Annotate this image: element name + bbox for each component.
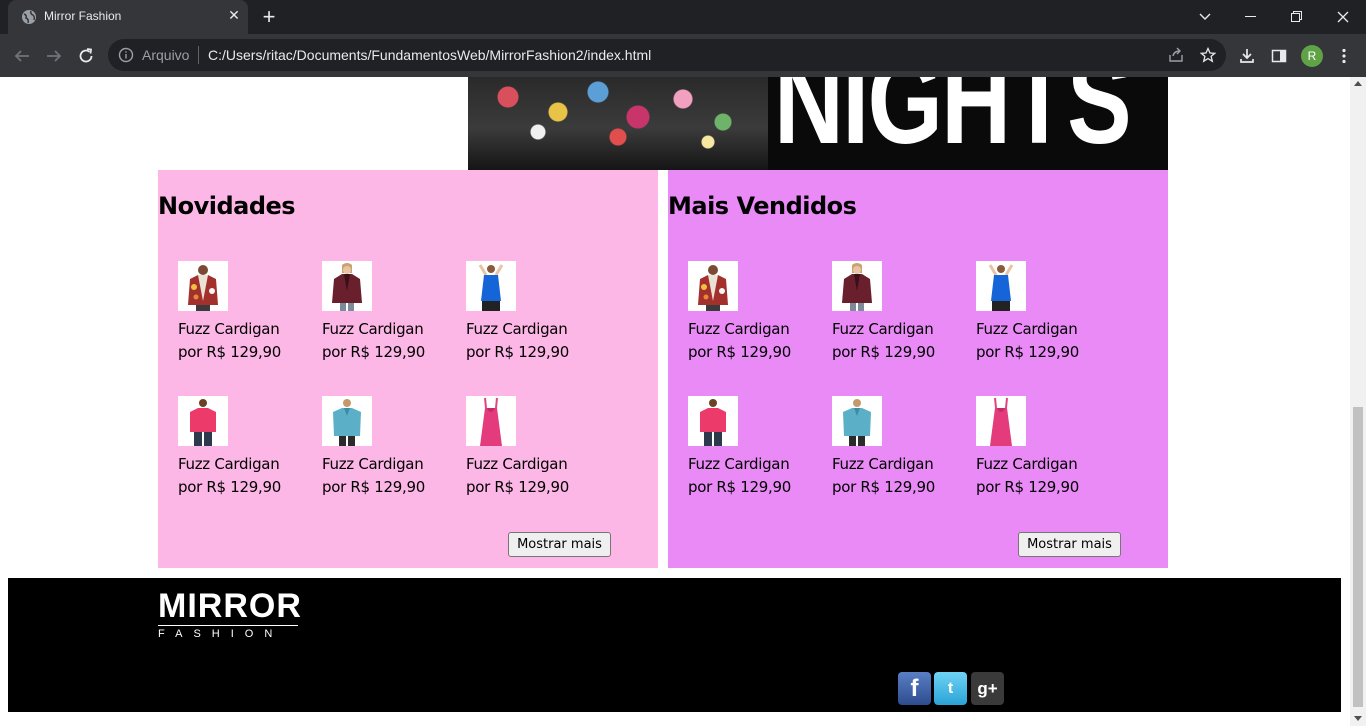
product-name: Fuzz Cardigan	[466, 455, 568, 473]
product-card[interactable]: Fuzz Cardigan por R$ 129,90	[322, 261, 452, 371]
section-novidades: Novidades Fuzz Cardigan por R$ 129,90 Fu…	[158, 170, 658, 568]
page-footer: MIRRОR FASHION f t g+	[8, 578, 1341, 712]
browser-toolbar: Arquivo C:/Users/ritac/Documents/Fundame…	[0, 34, 1366, 77]
kebab-menu-icon[interactable]	[1332, 44, 1356, 68]
product-price: por R$ 129,90	[832, 343, 935, 361]
vertical-scrollbar[interactable]	[1350, 77, 1366, 726]
facebook-icon[interactable]: f	[898, 672, 931, 705]
info-icon[interactable]	[118, 47, 134, 63]
product-card[interactable]: Fuzz Cardigan por R$ 129,90	[976, 261, 1106, 371]
product-image-teal-blouse[interactable]	[832, 396, 882, 446]
scheme-label: Arquivo	[142, 47, 190, 63]
url-text[interactable]: C:/Users/ritac/Documents/FundamentosWeb/…	[208, 47, 651, 63]
show-more-button[interactable]: Mostrar mais	[1018, 532, 1121, 557]
product-card[interactable]: Fuzz Cardigan por R$ 129,90	[832, 396, 962, 506]
close-tab-icon[interactable]: ✕	[226, 8, 242, 24]
logo-subtitle: FASHION	[158, 628, 284, 640]
product-card[interactable]: Fuzz Cardigan por R$ 129,90	[178, 261, 308, 371]
bookmark-star-icon[interactable]	[1198, 45, 1218, 65]
product-image-printed-jacket[interactable]	[178, 261, 228, 311]
tab-title: Mirror Fashion	[44, 9, 122, 23]
product-image-teal-blouse[interactable]	[322, 396, 372, 446]
mirror-fashion-logo[interactable]: MIRRОR FASHION	[158, 588, 303, 643]
product-name: Fuzz Cardigan	[688, 455, 790, 473]
product-card[interactable]: Fuzz Cardigan por R$ 129,90	[178, 396, 308, 506]
address-bar[interactable]: Arquivo C:/Users/ritac/Documents/Fundame…	[108, 39, 1226, 71]
product-image-blue-tank-top[interactable]	[976, 261, 1026, 311]
product-price: por R$ 129,90	[178, 478, 281, 496]
forward-arrow-icon[interactable]	[40, 42, 68, 70]
new-tab-button[interactable]: +	[259, 6, 279, 28]
scroll-down-arrow-icon[interactable]	[1354, 716, 1362, 721]
product-card[interactable]: Fuzz Cardigan por R$ 129,90	[832, 261, 962, 371]
product-image-blue-tank-top[interactable]	[466, 261, 516, 311]
product-image-pink-dress[interactable]	[976, 396, 1026, 446]
globe-icon	[22, 10, 36, 24]
hero-banner[interactable]: NIGHTS	[468, 77, 1168, 170]
product-card[interactable]: Fuzz Cardigan por R$ 129,90	[688, 261, 818, 371]
logo-wordmark: MIRRОR	[158, 587, 302, 625]
product-card[interactable]: Fuzz Cardigan por R$ 129,90	[466, 261, 596, 371]
product-price: por R$ 129,90	[466, 343, 569, 361]
product-image-burgundy-jacket[interactable]	[322, 261, 372, 311]
google-plus-icon[interactable]: g+	[971, 672, 1004, 705]
product-price: por R$ 129,90	[688, 478, 791, 496]
product-price: por R$ 129,90	[178, 343, 281, 361]
product-price: por R$ 129,90	[466, 478, 569, 496]
side-panel-icon[interactable]	[1267, 44, 1291, 68]
product-image-printed-jacket[interactable]	[688, 261, 738, 311]
product-name: Fuzz Cardigan	[688, 320, 790, 338]
product-name: Fuzz Cardigan	[178, 455, 280, 473]
tab-search-chevron-icon[interactable]	[1182, 0, 1228, 34]
product-name: Fuzz Cardigan	[322, 455, 424, 473]
product-image-pink-top[interactable]	[178, 396, 228, 446]
share-icon[interactable]	[1166, 45, 1186, 65]
close-window-icon[interactable]	[1320, 0, 1366, 34]
product-name: Fuzz Cardigan	[178, 320, 280, 338]
browser-tab-strip: Mirror Fashion ✕ +	[0, 0, 1366, 34]
address-separator	[198, 46, 199, 64]
product-image-pink-dress[interactable]	[466, 396, 516, 446]
product-price: por R$ 129,90	[322, 343, 425, 361]
scrollbar-thumb[interactable]	[1353, 407, 1363, 707]
product-name: Fuzz Cardigan	[466, 320, 568, 338]
section-mais-vendidos: Mais Vendidos Fuzz Cardigan por R$ 129,9…	[668, 170, 1168, 568]
product-price: por R$ 129,90	[688, 343, 791, 361]
product-price: por R$ 129,90	[976, 478, 1079, 496]
product-price: por R$ 129,90	[322, 478, 425, 496]
banner-photo	[468, 77, 768, 170]
product-card[interactable]: Fuzz Cardigan por R$ 129,90	[976, 396, 1106, 506]
product-name: Fuzz Cardigan	[322, 320, 424, 338]
banner-headline: NIGHTS	[774, 77, 1132, 170]
section-title: Novidades	[158, 192, 296, 220]
show-more-button[interactable]: Mostrar mais	[508, 532, 611, 557]
product-name: Fuzz Cardigan	[976, 320, 1078, 338]
product-price: por R$ 129,90	[832, 478, 935, 496]
page-viewport: NIGHTS Novidades Fuzz Cardigan por R$ 12…	[0, 77, 1350, 726]
product-image-pink-top[interactable]	[688, 396, 738, 446]
product-card[interactable]: Fuzz Cardigan por R$ 129,90	[322, 396, 452, 506]
browser-tab[interactable]: Mirror Fashion ✕	[8, 0, 248, 34]
twitter-icon[interactable]: t	[934, 672, 967, 705]
product-card[interactable]: Fuzz Cardigan por R$ 129,90	[466, 396, 596, 506]
product-card[interactable]: Fuzz Cardigan por R$ 129,90	[688, 396, 818, 506]
section-title: Mais Vendidos	[668, 192, 857, 220]
product-price: por R$ 129,90	[976, 343, 1079, 361]
logo-divider	[158, 625, 298, 626]
minimize-icon[interactable]	[1228, 0, 1274, 34]
restore-icon[interactable]	[1274, 0, 1320, 34]
product-name: Fuzz Cardigan	[832, 320, 934, 338]
reload-icon[interactable]	[72, 42, 100, 70]
download-icon[interactable]	[1235, 44, 1259, 68]
back-arrow-icon[interactable]	[8, 42, 36, 70]
profile-avatar[interactable]: R	[1301, 45, 1323, 67]
product-name: Fuzz Cardigan	[832, 455, 934, 473]
product-image-burgundy-jacket[interactable]	[832, 261, 882, 311]
product-name: Fuzz Cardigan	[976, 455, 1078, 473]
scroll-up-arrow-icon[interactable]	[1354, 81, 1362, 86]
